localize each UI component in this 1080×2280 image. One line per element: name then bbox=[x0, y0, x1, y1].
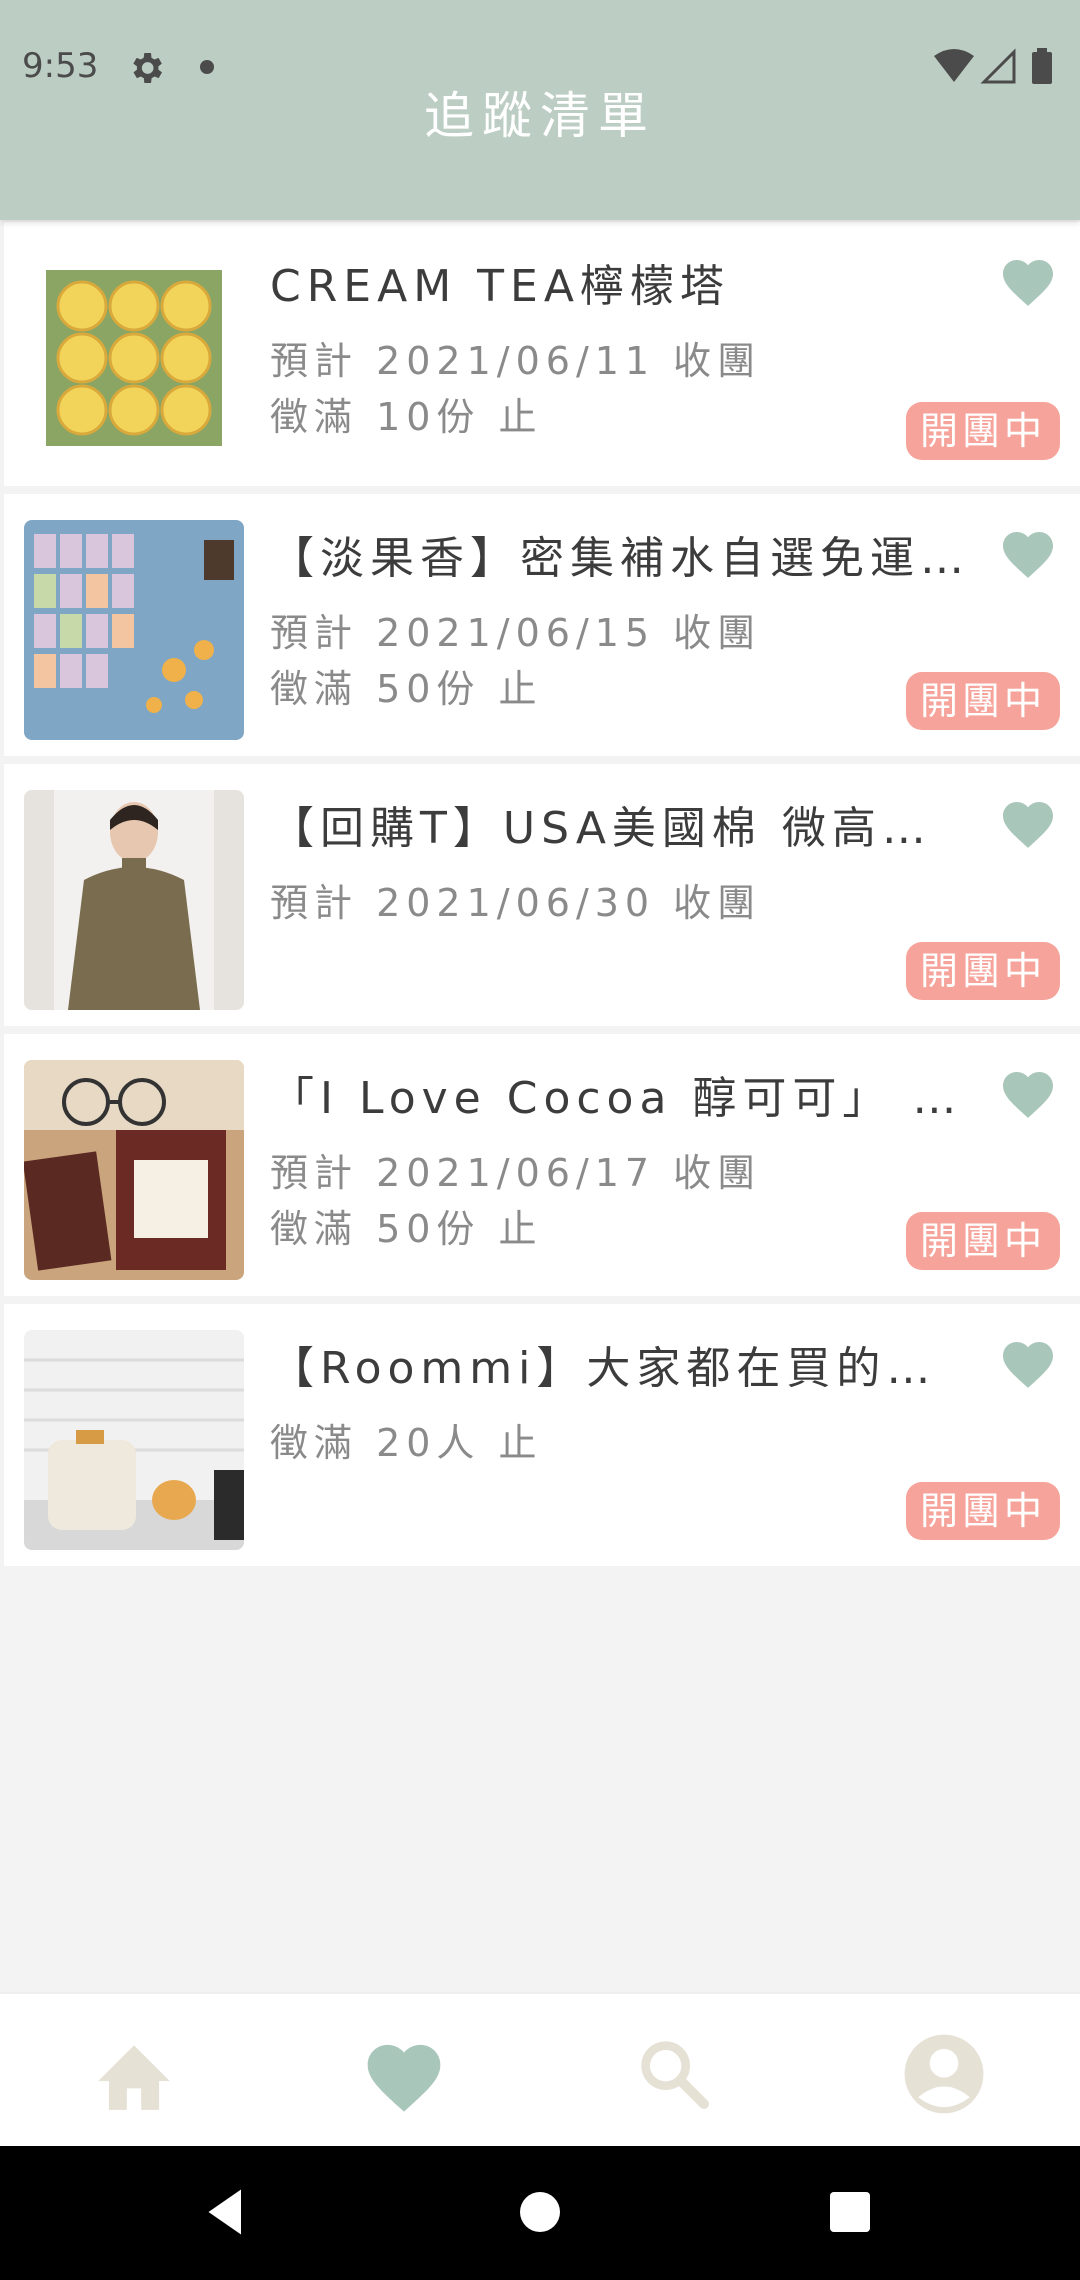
item-title: 「I Love Cocoa 醇可可」 (... bbox=[270, 1073, 970, 1124]
heart-icon[interactable] bbox=[998, 252, 1058, 308]
notification-dot-icon bbox=[200, 60, 214, 74]
status-badge: 開團中 bbox=[905, 1212, 1060, 1270]
item-close-date: 預計 2021/06/17 收團 bbox=[270, 1151, 762, 1195]
page-title: 追蹤清單 bbox=[424, 87, 656, 145]
product-image bbox=[24, 520, 244, 740]
heart-icon[interactable] bbox=[998, 524, 1058, 580]
product-image bbox=[24, 790, 244, 1010]
item-quota: 徵滿 10份 止 bbox=[270, 395, 543, 439]
item-close-date: 預計 2021/06/30 收團 bbox=[270, 881, 762, 925]
bottom-navigation bbox=[0, 1992, 1080, 2146]
item-quota: 徵滿 50份 止 bbox=[270, 667, 543, 711]
nav-account[interactable] bbox=[894, 2024, 994, 2124]
status-badge: 開團中 bbox=[905, 672, 1060, 730]
item-title: 【回購T】USA美國棉 微高領... bbox=[270, 803, 970, 854]
product-image bbox=[24, 248, 244, 468]
home-button-icon[interactable] bbox=[510, 2182, 570, 2242]
nav-home[interactable] bbox=[84, 2024, 184, 2124]
home-icon bbox=[98, 2045, 170, 2110]
system-navigation-bar bbox=[0, 2146, 1080, 2280]
status-badge: 開團中 bbox=[905, 1482, 1060, 1540]
heart-icon[interactable] bbox=[998, 794, 1058, 850]
account-icon bbox=[904, 2034, 984, 2114]
item-quota: 徵滿 50份 止 bbox=[270, 1207, 543, 1251]
product-image bbox=[24, 1060, 244, 1280]
product-image bbox=[24, 1330, 244, 1550]
item-quota: 徵滿 20人 止 bbox=[270, 1421, 543, 1465]
heart-icon[interactable] bbox=[998, 1064, 1058, 1120]
back-icon[interactable] bbox=[196, 2182, 256, 2242]
search-icon bbox=[641, 2041, 709, 2109]
list-item[interactable]: 【Roommi】大家都在買的熱... 徵滿 20人 止 開團中 bbox=[4, 1304, 1080, 1566]
status-badge: 開團中 bbox=[905, 942, 1060, 1000]
list-item[interactable]: CREAM TEA檸檬塔 預計 2021/06/11 收團 徵滿 10份 止 開… bbox=[4, 222, 1080, 486]
list-item[interactable]: 「I Love Cocoa 醇可可」 (... 預計 2021/06/17 收團… bbox=[4, 1034, 1080, 1296]
item-title: 【Roommi】大家都在買的熱... bbox=[270, 1343, 970, 1394]
top-app-bar: 9:53 追蹤清單 bbox=[0, 0, 1080, 220]
item-close-date: 預計 2021/06/11 收團 bbox=[270, 339, 762, 383]
watch-list: CREAM TEA檸檬塔 預計 2021/06/11 收團 徵滿 10份 止 開… bbox=[4, 222, 1080, 1574]
list-item[interactable]: 【淡果香】密集補水自選免運... 預計 2021/06/15 收團 徵滿 50份… bbox=[4, 494, 1080, 756]
list-item[interactable]: 【回購T】USA美國棉 微高領... 預計 2021/06/30 收團 開團中 bbox=[4, 764, 1080, 1026]
heart-icon bbox=[367, 2044, 441, 2112]
heart-icon[interactable] bbox=[998, 1334, 1058, 1390]
nav-search[interactable] bbox=[624, 2024, 724, 2124]
item-close-date: 預計 2021/06/15 收團 bbox=[270, 611, 762, 655]
status-badge: 開團中 bbox=[905, 402, 1060, 460]
recents-icon[interactable] bbox=[820, 2182, 880, 2242]
item-title: CREAM TEA檸檬塔 bbox=[270, 261, 730, 312]
item-title: 【淡果香】密集補水自選免運... bbox=[270, 533, 970, 584]
nav-favorites[interactable] bbox=[354, 2024, 454, 2124]
